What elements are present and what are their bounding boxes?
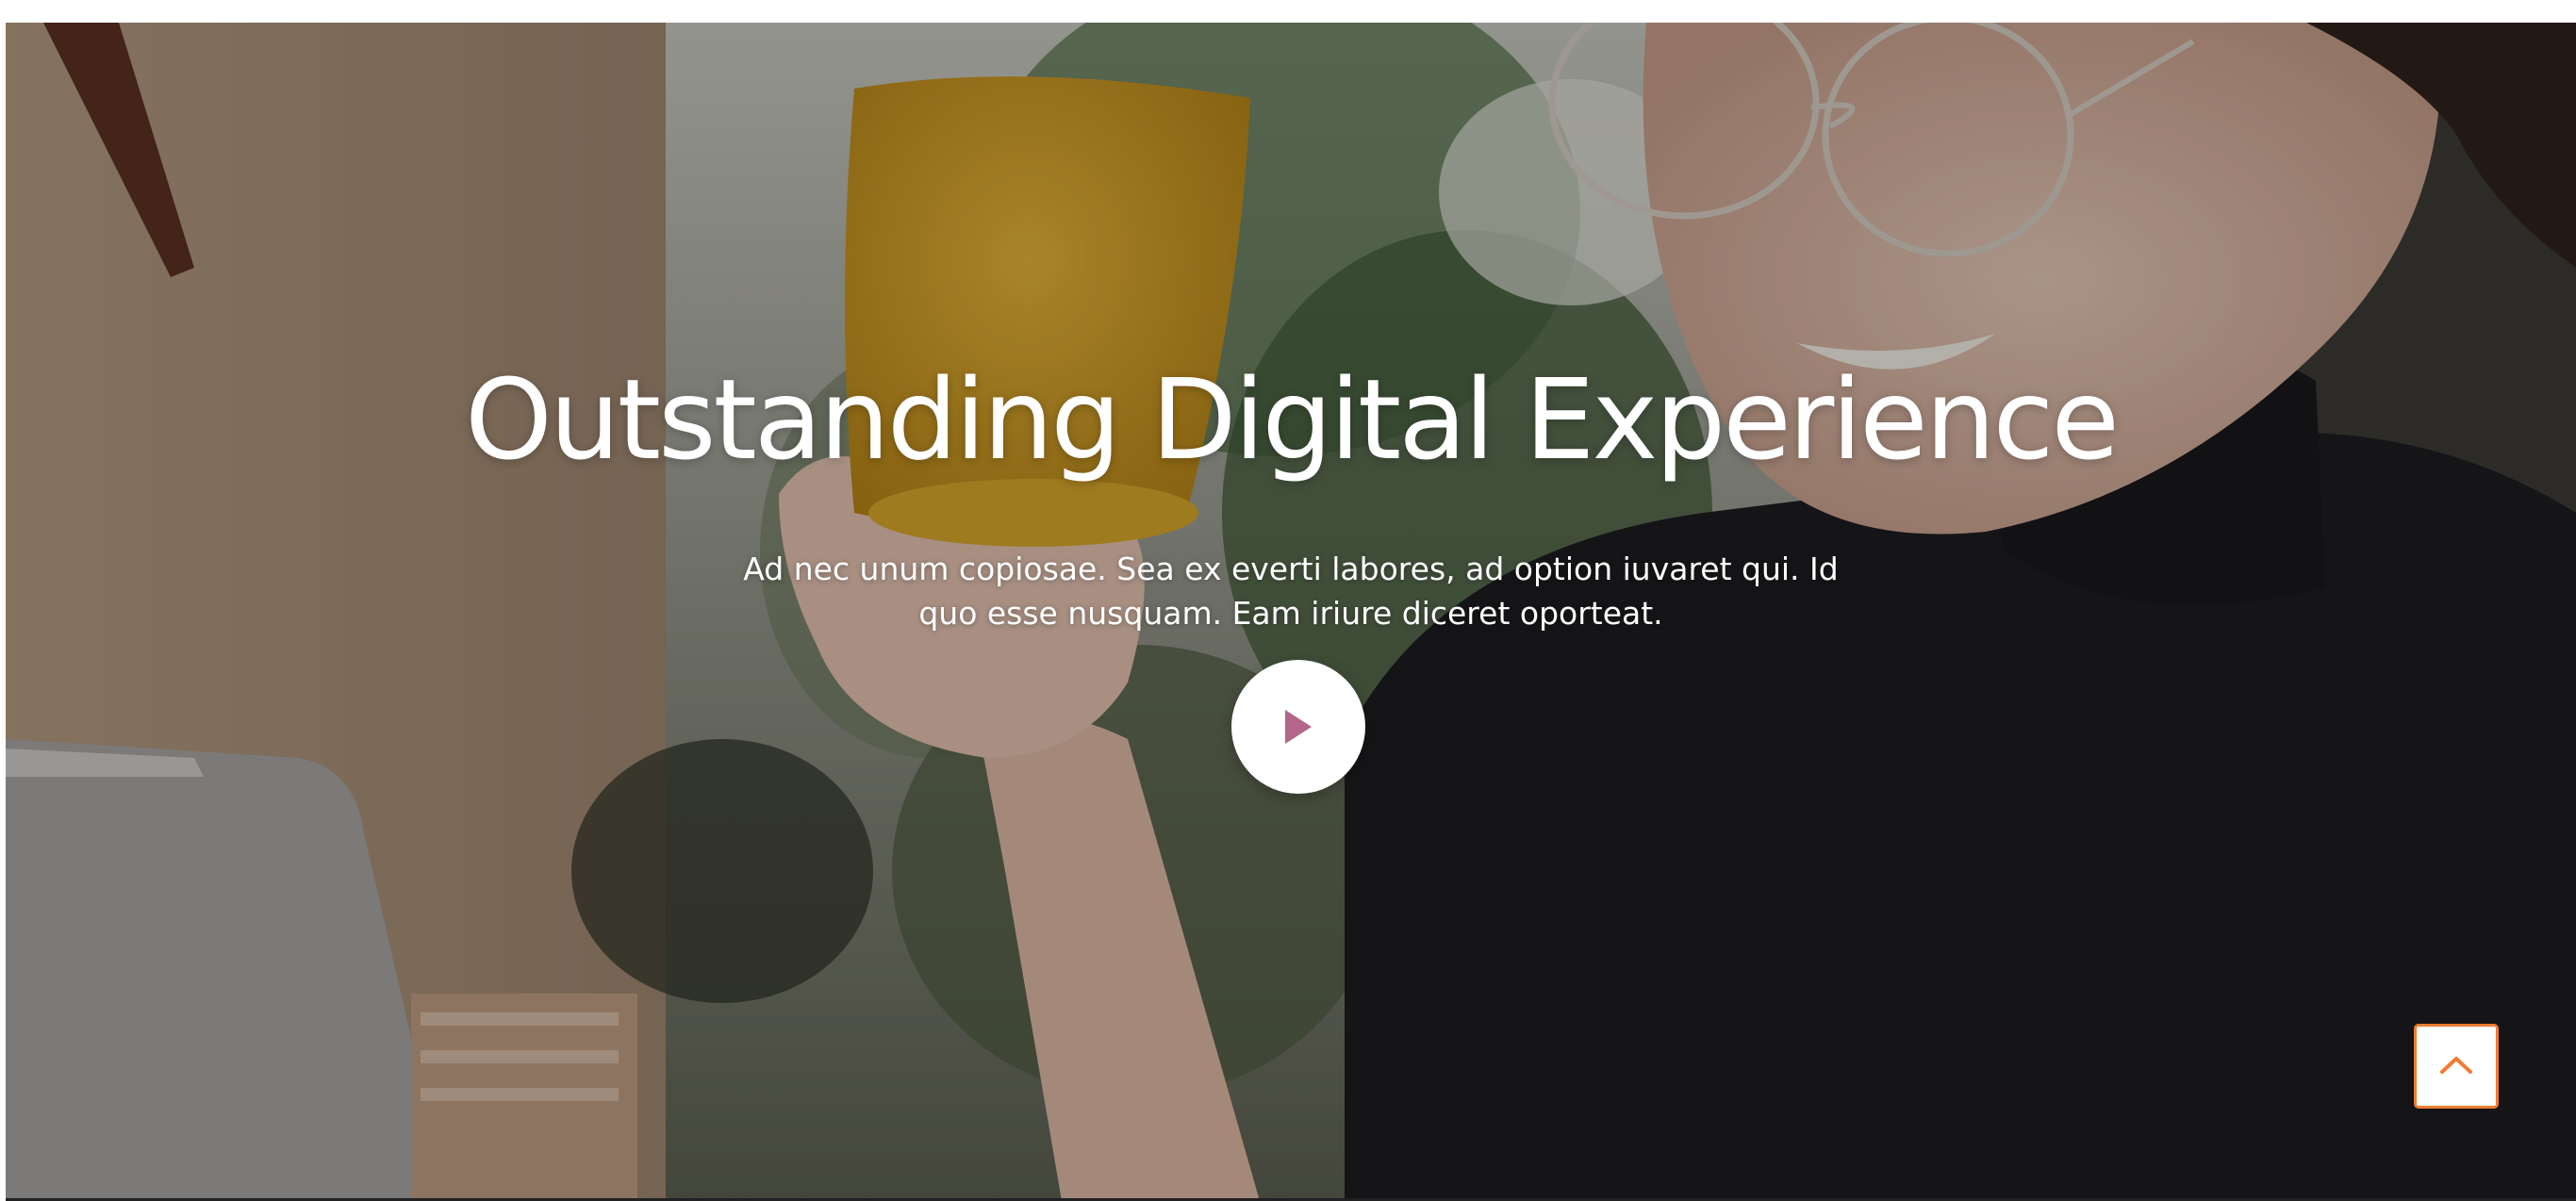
hero-subtitle-line-1: Ad nec unum copiosae. Sea ex everti labo…	[743, 551, 1839, 587]
hero-subtitle-line-2: quo esse nusquam. Eam iriure diceret opo…	[918, 595, 1663, 632]
play-icon	[1281, 708, 1315, 746]
hero-title: Outstanding Digital Experience	[465, 354, 2120, 485]
hero-subtitle: Ad nec unum copiosae. Sea ex everti labo…	[6, 547, 2576, 635]
play-video-button[interactable]	[1231, 660, 1365, 794]
chevron-up-icon	[2439, 1054, 2473, 1078]
scroll-to-top-button[interactable]	[2414, 1024, 2499, 1109]
hero-section: Outstanding Digital Experience Ad nec un…	[6, 23, 2576, 1201]
